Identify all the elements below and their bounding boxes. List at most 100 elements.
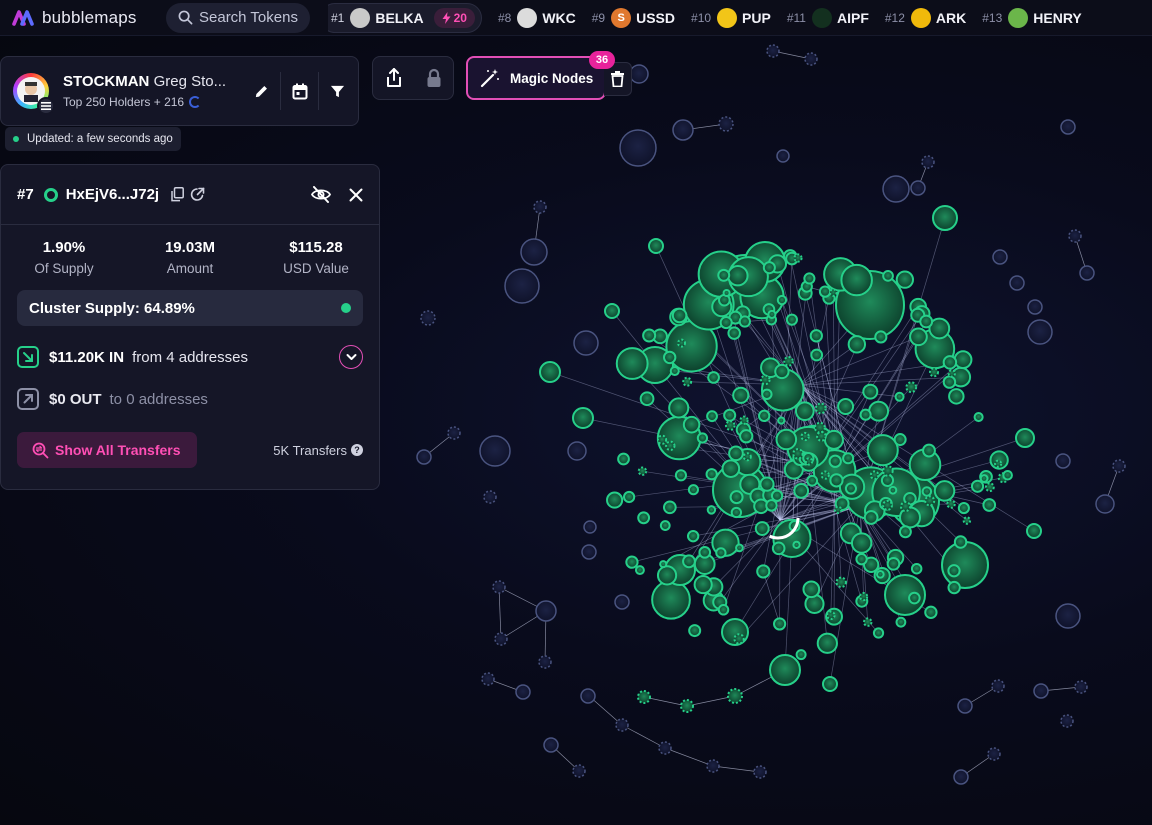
cluster-holder-bubble[interactable]	[1015, 428, 1035, 448]
cluster-holder-bubble[interactable]	[688, 624, 702, 638]
cluster-holder-bubble[interactable]	[765, 499, 778, 512]
cluster-holder-bubble[interactable]	[754, 521, 770, 536]
cluster-holder-bubble[interactable]	[835, 576, 847, 589]
holder-bubble[interactable]	[753, 765, 767, 779]
cluster-holder-bubble[interactable]	[795, 649, 807, 661]
cluster-holder-bubble[interactable]	[809, 329, 823, 343]
cluster-holder-bubble[interactable]	[604, 303, 620, 319]
cluster-holder-bubble[interactable]	[948, 388, 965, 405]
cluster-holder-bubble[interactable]	[722, 289, 731, 298]
cluster-holder-bubble[interactable]	[639, 391, 655, 407]
cluster-holder-bubble[interactable]	[783, 356, 794, 367]
cluster-holder-bubble[interactable]	[656, 434, 668, 445]
holder-bubble[interactable]	[447, 426, 461, 440]
holder-bubble[interactable]	[910, 180, 926, 196]
cluster-holder-bubble[interactable]	[742, 452, 752, 462]
cluster-holder-bubble[interactable]	[837, 398, 855, 415]
cluster-holder-bubble[interactable]	[813, 421, 826, 434]
cluster-holder-bubble[interactable]	[623, 490, 636, 504]
cluster-holder-bubble[interactable]	[833, 505, 843, 515]
cluster-holder-bubble[interactable]	[668, 397, 690, 419]
cluster-holder-bubble[interactable]	[771, 541, 786, 556]
cluster-holder-bubble[interactable]	[946, 499, 956, 509]
cluster-holder-bubble[interactable]	[910, 563, 923, 575]
holder-bubble[interactable]	[483, 490, 497, 504]
cluster-holder-bubble[interactable]	[724, 420, 736, 431]
cluster-holder-bubble[interactable]	[762, 261, 776, 275]
show-all-transfers-button[interactable]: Show All Transfers	[17, 432, 197, 468]
holder-bubble[interactable]	[953, 769, 969, 785]
cluster-holder-bubble[interactable]	[793, 483, 810, 499]
holder-bubble[interactable]	[1079, 265, 1095, 281]
cluster-holder-bubble[interactable]	[717, 268, 731, 282]
cluster-holder-bubble[interactable]	[882, 465, 894, 477]
copy-address-button[interactable]	[171, 187, 185, 202]
cluster-holder-bubble[interactable]	[738, 315, 751, 328]
cluster-holder-bubble[interactable]	[774, 363, 790, 380]
filter-button[interactable]	[318, 72, 356, 110]
cluster-holder-bubble[interactable]	[615, 347, 649, 380]
holder-bubble[interactable]	[992, 249, 1008, 265]
cluster-holder-bubble[interactable]	[882, 270, 894, 282]
help-icon[interactable]: ?	[351, 444, 363, 456]
cluster-holder-bubble[interactable]	[776, 294, 788, 306]
ticker-item[interactable]: #1 BELKA 20	[328, 2, 482, 33]
cluster-holder-bubble[interactable]	[651, 579, 691, 620]
cluster-holder-bubble[interactable]	[876, 570, 885, 579]
share-button[interactable]	[385, 68, 403, 88]
cluster-holder-bubble[interactable]	[994, 459, 1003, 468]
cluster-holder-bubble[interactable]	[810, 348, 824, 362]
holder-bubble[interactable]	[1027, 319, 1053, 345]
holder-bubble[interactable]	[614, 594, 630, 610]
cluster-holder-bubble[interactable]	[732, 386, 750, 404]
cluster-holder-bubble[interactable]	[706, 410, 718, 423]
holder-bubble[interactable]	[1055, 453, 1071, 469]
cluster-holder-bubble[interactable]	[721, 459, 741, 478]
holder-bubble[interactable]	[1027, 299, 1043, 315]
cluster-holder-bubble[interactable]	[982, 498, 997, 512]
holder-bubble[interactable]	[479, 435, 511, 467]
cluster-holder-bubble[interactable]	[634, 565, 645, 576]
cluster-holder-bubble[interactable]	[625, 555, 639, 569]
cluster-holder-bubble[interactable]	[868, 400, 890, 422]
cluster-holder-bubble[interactable]	[665, 440, 676, 451]
cluster-holder-bubble[interactable]	[842, 452, 855, 465]
cluster-holder-bubble[interactable]	[828, 454, 842, 468]
cluster-holder-bubble[interactable]	[895, 616, 907, 628]
cluster-holder-bubble[interactable]	[893, 433, 907, 447]
cluster-holder-bubble[interactable]	[723, 408, 737, 422]
holder-bubble[interactable]	[567, 441, 587, 461]
cluster-holder-bubble[interactable]	[908, 591, 921, 605]
cluster-holder-bubble[interactable]	[919, 314, 934, 329]
holder-bubble[interactable]	[1055, 603, 1081, 629]
holder-bubble[interactable]	[776, 149, 790, 163]
cluster-holder-bubble[interactable]	[942, 375, 957, 389]
cluster-holder-bubble[interactable]	[888, 485, 898, 495]
cluster-holder-bubble[interactable]	[659, 560, 668, 569]
cluster-holder-bubble[interactable]	[947, 564, 961, 578]
cluster-holder-bubble[interactable]	[862, 383, 879, 400]
holder-bubble[interactable]	[1095, 494, 1115, 514]
holder-bubble[interactable]	[921, 155, 935, 169]
cluster-holder-bubble[interactable]	[642, 328, 657, 343]
holder-bubble[interactable]	[987, 747, 1001, 761]
holder-bubble[interactable]	[504, 268, 540, 304]
holder-bubble[interactable]	[804, 52, 818, 66]
cluster-holder-bubble[interactable]	[905, 381, 918, 394]
cluster-holder-bubble[interactable]	[847, 335, 867, 354]
cluster-holder-bubble[interactable]	[693, 575, 713, 595]
cluster-holder-bubble[interactable]	[924, 495, 936, 507]
cluster-holder-bubble[interactable]	[761, 388, 773, 400]
cluster-holder-bubble[interactable]	[863, 510, 879, 525]
cluster-holder-bubble[interactable]	[671, 307, 688, 324]
ticker-item[interactable]: #11 AIPF	[787, 3, 869, 33]
cluster-holder-bubble[interactable]	[775, 428, 798, 451]
cluster-holder-bubble[interactable]	[869, 470, 880, 480]
cluster-holder-bubble[interactable]	[715, 547, 727, 559]
cluster-holder-bubble[interactable]	[895, 270, 915, 289]
cluster-holder-bubble[interactable]	[941, 541, 989, 589]
holder-bubble[interactable]	[1112, 459, 1126, 473]
cluster-holder-bubble[interactable]	[984, 482, 995, 493]
cluster-holder-bubble[interactable]	[729, 490, 744, 505]
cluster-holder-bubble[interactable]	[921, 486, 933, 497]
